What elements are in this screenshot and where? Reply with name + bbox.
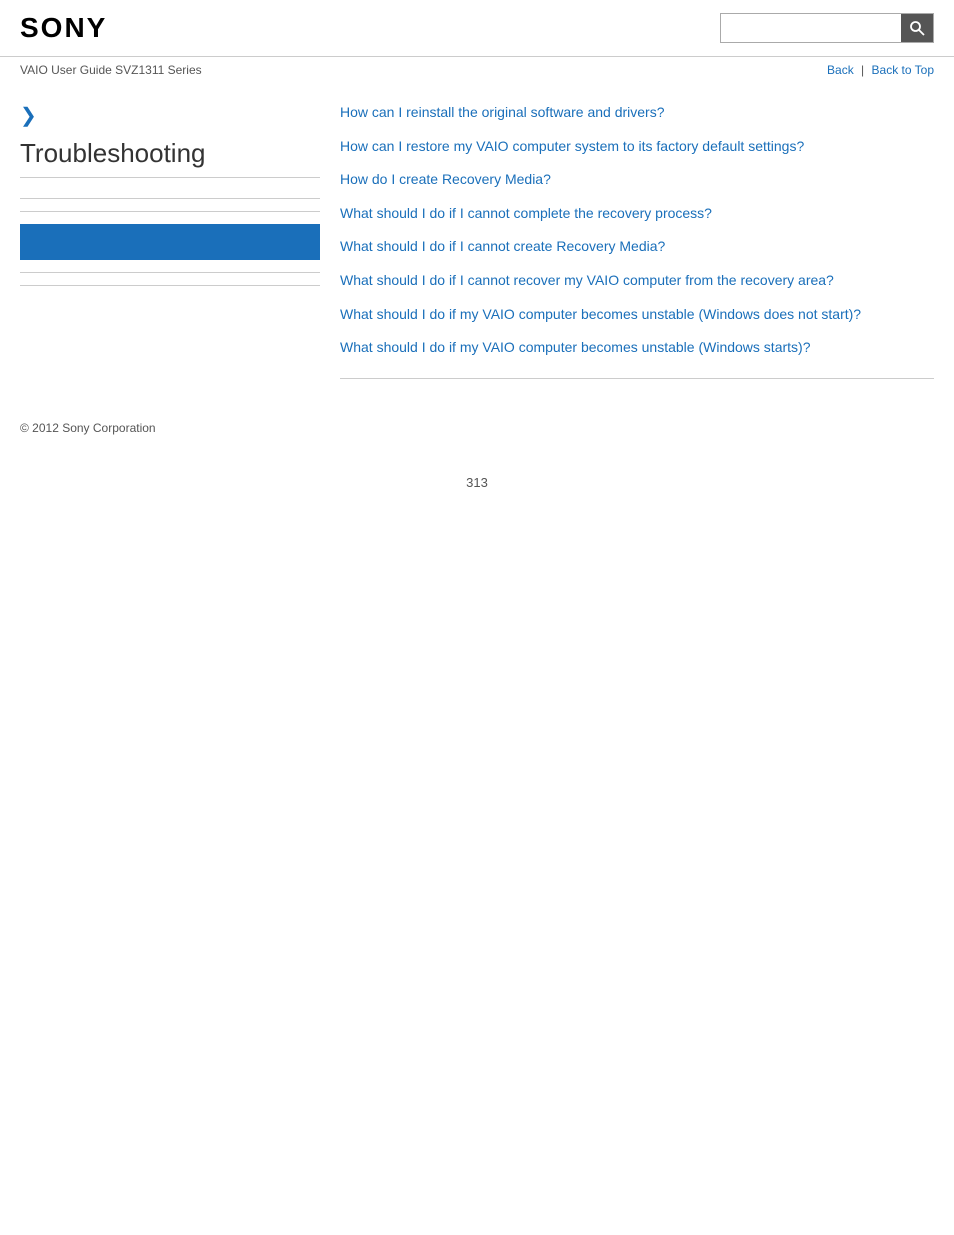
nav-separator: | [861, 63, 864, 77]
sidebar-divider-4 [20, 285, 320, 286]
sidebar-arrow[interactable]: ❯ [20, 103, 320, 128]
content-link-6[interactable]: What should I do if my VAIO computer bec… [340, 306, 861, 322]
list-item: What should I do if I cannot complete th… [340, 204, 934, 224]
content-link-5[interactable]: What should I do if I cannot recover my … [340, 272, 834, 288]
list-item: How can I reinstall the original softwar… [340, 103, 934, 123]
search-button[interactable] [901, 14, 933, 42]
footer: © 2012 Sony Corporation [0, 399, 954, 455]
list-item: What should I do if my VAIO computer bec… [340, 305, 934, 325]
sony-logo: SONY [20, 12, 107, 44]
sidebar-title: Troubleshooting [20, 138, 320, 178]
sub-header: VAIO User Guide SVZ1311 Series Back | Ba… [0, 57, 954, 83]
page-header: SONY [0, 0, 954, 57]
content-link-0[interactable]: How can I reinstall the original softwar… [340, 104, 665, 120]
list-item: What should I do if I cannot create Reco… [340, 237, 934, 257]
search-input[interactable] [721, 14, 901, 42]
content-link-2[interactable]: How do I create Recovery Media? [340, 171, 551, 187]
copyright: © 2012 Sony Corporation [20, 421, 156, 435]
sidebar-divider-3 [20, 272, 320, 273]
page-number: 313 [0, 455, 954, 510]
content-link-7[interactable]: What should I do if my VAIO computer bec… [340, 339, 810, 355]
content-link-1[interactable]: How can I restore my VAIO computer syste… [340, 138, 804, 154]
sidebar-divider-1 [20, 198, 320, 199]
sidebar-divider-2 [20, 211, 320, 212]
list-item: What should I do if my VAIO computer bec… [340, 338, 934, 358]
sidebar-highlight [20, 224, 320, 260]
nav-links: Back | Back to Top [827, 63, 934, 77]
content-link-3[interactable]: What should I do if I cannot complete th… [340, 205, 712, 221]
back-to-top-link[interactable]: Back to Top [872, 63, 934, 77]
list-item: How do I create Recovery Media? [340, 170, 934, 190]
guide-title: VAIO User Guide SVZ1311 Series [20, 63, 202, 77]
search-box[interactable] [720, 13, 934, 43]
content-divider [340, 378, 934, 379]
search-icon [909, 20, 925, 36]
main-content: ❯ Troubleshooting How can I reinstall th… [0, 83, 954, 399]
right-content: How can I reinstall the original softwar… [340, 103, 934, 379]
content-link-4[interactable]: What should I do if I cannot create Reco… [340, 238, 665, 254]
link-list: How can I reinstall the original softwar… [340, 103, 934, 358]
list-item: What should I do if I cannot recover my … [340, 271, 934, 291]
sidebar: ❯ Troubleshooting [20, 103, 320, 379]
list-item: How can I restore my VAIO computer syste… [340, 137, 934, 157]
back-link[interactable]: Back [827, 63, 854, 77]
